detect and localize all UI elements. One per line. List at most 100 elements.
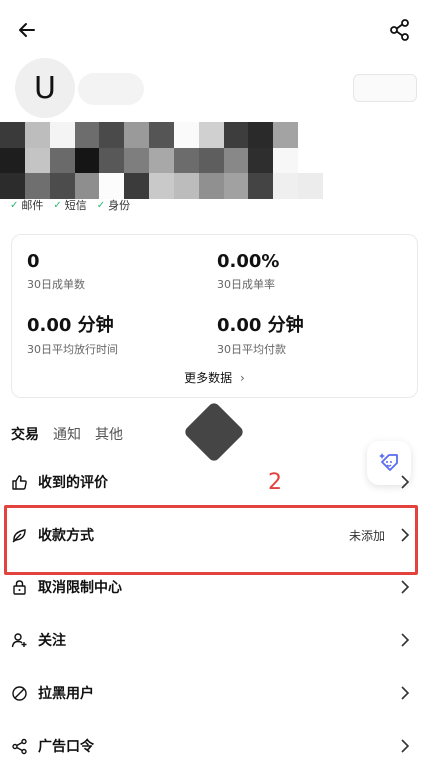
stats-card: 0 30日成单数 0.00% 30日成单率 0.00 分钟 30日平均放行时间 … [11, 234, 418, 398]
menu-label: 取消限制中心 [38, 580, 122, 596]
verification-sms: ✓ 短信 [53, 197, 86, 213]
mosaic-cell [298, 147, 323, 174]
mosaic-cell [248, 122, 274, 148]
stat-completion-rate: 0.00% 30日成单率 [217, 251, 279, 292]
menu-label: 拉黑用户 [38, 686, 94, 702]
chevron-right-icon [401, 580, 410, 594]
mosaic-cell [74, 122, 100, 148]
mosaic-cell [273, 147, 299, 174]
mosaic-cell [99, 122, 125, 148]
mosaic-cell [49, 147, 75, 174]
share-button[interactable] [387, 17, 413, 43]
back-button[interactable] [14, 17, 40, 43]
mosaic-cell [0, 147, 25, 174]
user-add-icon [11, 632, 27, 647]
mosaic-cell [273, 122, 299, 148]
stat-value: 0.00 分钟 [217, 315, 304, 336]
chevron-right-icon [401, 633, 410, 647]
verification-email: ✓ 邮件 [10, 197, 43, 213]
check-icon: ✓ [10, 199, 19, 211]
mosaic-cell [124, 173, 150, 199]
mosaic-cell [99, 173, 125, 199]
top-bar [0, 0, 429, 58]
menu-item-ad-code[interactable]: 广告口令 [0, 720, 429, 770]
mosaic-cell [223, 147, 249, 174]
thumbs-up-icon [12, 474, 27, 490]
menu-label: 关注 [38, 633, 66, 649]
mosaic-cell [248, 173, 274, 199]
mosaic-cell [248, 147, 274, 174]
mosaic-cell [273, 173, 299, 199]
stat-release-time: 0.00 分钟 30日平均放行时间 [27, 311, 118, 357]
mosaic-cell [149, 147, 174, 174]
mosaic-cell [74, 147, 100, 174]
mosaic-cell [124, 147, 150, 174]
menu-item-follow[interactable]: 关注 [0, 614, 429, 666]
tab-notifications[interactable]: 通知 [53, 424, 81, 444]
mosaic-cell [198, 122, 224, 148]
mosaic-cell [124, 122, 150, 148]
verification-label: 短信 [64, 199, 87, 212]
mosaic-cell [173, 122, 199, 148]
mosaic-cell [24, 122, 50, 148]
menu-item-blocked-users[interactable]: 拉黑用户 [0, 667, 429, 719]
mosaic-cell [173, 147, 199, 174]
mosaic-cell [49, 173, 75, 199]
verification-identity: ✓ 身份 [97, 197, 130, 213]
tab-bar: 交易 通知 其他 [11, 424, 123, 444]
mosaic-cell [24, 173, 50, 199]
tab-other[interactable]: 其他 [95, 424, 123, 444]
lock-icon [13, 579, 26, 595]
mosaic-cell [298, 122, 323, 148]
tab-trade[interactable]: 交易 [11, 424, 39, 444]
mosaic-cell [198, 147, 224, 174]
mosaic-cell [0, 122, 25, 148]
stat-label: 30日成单数 [27, 278, 85, 291]
chevron-right-icon [401, 739, 410, 753]
stat-payment-time: 0.00 分钟 30日平均付款 [217, 311, 304, 357]
mosaic-cell [223, 173, 249, 199]
block-icon [12, 685, 27, 701]
avatar-letter: U [34, 70, 56, 106]
check-icon: ✓ [96, 199, 106, 211]
pixelated-username [0, 122, 323, 199]
chevron-right-icon [401, 686, 410, 700]
nickname-pill-blurred [78, 73, 144, 105]
stat-orders: 0 30日成单数 [27, 251, 85, 292]
menu-item-reviews[interactable]: 收到的评价 [0, 456, 429, 508]
share-nodes-icon [12, 738, 27, 754]
mosaic-cell [198, 173, 224, 199]
mosaic-cell [298, 173, 323, 199]
mosaic-cell [74, 173, 100, 199]
mosaic-cell [0, 173, 25, 199]
stat-value: 0.00% [217, 251, 280, 272]
check-icon: ✓ [53, 199, 62, 211]
stat-label: 30日成单率 [217, 278, 275, 291]
menu-label: 收到的评价 [38, 475, 108, 491]
diamond-overlay-marker [182, 400, 246, 464]
menu-item-restriction-center[interactable]: 取消限制中心 [0, 561, 429, 613]
mosaic-cell [24, 147, 50, 174]
status-pill-blurred [353, 74, 417, 102]
mosaic-cell [223, 122, 249, 148]
verification-label: 邮件 [21, 199, 44, 212]
mosaic-cell [49, 122, 75, 148]
stat-value: 0 [27, 251, 40, 272]
stat-label: 30日平均放行时间 [27, 343, 118, 356]
chevron-right-icon: › [240, 371, 245, 385]
stat-value: 0.00 分钟 [27, 315, 114, 336]
more-data-link[interactable]: 更多数据 › [12, 369, 417, 386]
more-data-label: 更多数据 [184, 371, 233, 385]
avatar[interactable]: U [15, 58, 75, 118]
mosaic-cell [173, 173, 199, 199]
stat-label: 30日平均付款 [217, 343, 286, 356]
mosaic-cell [149, 173, 174, 199]
mosaic-cell [149, 122, 174, 148]
share-icon [390, 19, 409, 41]
mosaic-cell [99, 147, 125, 174]
arrow-left-icon [19, 23, 35, 37]
menu-label: 广告口令 [38, 739, 94, 755]
verification-row: ✓ 邮件 ✓ 短信 ✓ 身份 [10, 197, 130, 213]
verification-label: 身份 [108, 199, 131, 212]
chevron-right-icon [401, 475, 410, 489]
